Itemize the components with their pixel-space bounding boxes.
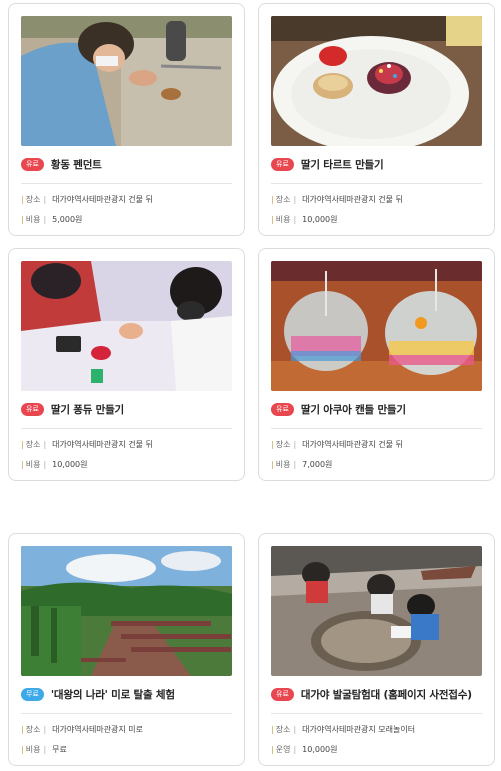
paid-badge: 유료 — [271, 157, 294, 171]
operation-value: 10,000원 — [302, 744, 338, 754]
paid-badge: 유료 — [21, 402, 44, 416]
program-title[interactable]: 황동 펜던트 — [51, 157, 102, 172]
program-card-maze-escape[interactable]: 무료 '대왕의 나라' 미로 탈출 체험 | 장소 | 대가야역사테마관광지 미… — [8, 533, 245, 766]
cost-label: 비용 — [275, 459, 291, 469]
location-label: 장소 — [25, 724, 41, 734]
location-value: 대가야역사테마관광지 모래놀이터 — [302, 724, 416, 734]
location-value: 대가야역사테마관광지 건물 뒤 — [302, 194, 403, 204]
free-badge: 무료 — [21, 687, 44, 701]
location-row: | 장소 | 대가야역사테마관광지 건물 뒤 — [271, 439, 403, 449]
cost-row: | 비용 | 5,000원 — [21, 214, 83, 224]
paid-badge: 유료 — [271, 402, 294, 416]
cost-label: 비용 — [25, 459, 41, 469]
program-card-strawberry-fondue[interactable]: 유료 딸기 퐁듀 만들기 | 장소 | 대가야역사테마관광지 건물 뒤 | 비용… — [8, 248, 245, 481]
cost-row: | 비용 | 무료 — [21, 744, 67, 754]
location-value: 대가야역사테마관광지 건물 뒤 — [52, 439, 153, 449]
divider — [21, 183, 232, 184]
location-row: | 장소 | 대가야역사테마관광지 건물 뒤 — [21, 439, 153, 449]
location-value: 대가야역사테마관광지 건물 뒤 — [302, 439, 403, 449]
program-card-strawberry-tart[interactable]: 유료 딸기 타르트 만들기 | 장소 | 대가야역사테마관광지 건물 뒤 | 비… — [258, 3, 495, 236]
program-title[interactable]: 딸기 퐁듀 만들기 — [51, 402, 124, 417]
program-photo-strawberry-tart[interactable] — [271, 16, 482, 146]
cost-row: | 비용 | 10,000원 — [21, 459, 88, 469]
divider — [271, 428, 482, 429]
location-label: 장소 — [275, 439, 291, 449]
paid-badge: 유료 — [271, 687, 294, 701]
location-row: | 장소 | 대가야역사테마관광지 모래놀이터 — [271, 724, 416, 734]
location-value: 대가야역사테마관광지 건물 뒤 — [52, 194, 153, 204]
cost-label: 비용 — [25, 744, 41, 754]
program-photo-strawberry-fondue[interactable] — [21, 261, 232, 391]
operation-row: | 운영 | 10,000원 — [271, 744, 338, 754]
program-title[interactable]: '대왕의 나라' 미로 탈출 체험 — [51, 687, 175, 702]
program-card-excavation-team[interactable]: 유료 대가야 발굴탐험대 (홈페이지 사전접수) | 장소 | 대가야역사테마관… — [258, 533, 495, 766]
cost-value: 무료 — [52, 744, 67, 754]
location-value: 대가야역사테마관광지 미로 — [52, 724, 144, 734]
cost-row: | 비용 | 10,000원 — [271, 214, 338, 224]
operation-label: 운영 — [275, 744, 291, 754]
cost-value: 10,000원 — [52, 459, 88, 469]
cost-label: 비용 — [275, 214, 291, 224]
program-title[interactable]: 딸기 타르트 만들기 — [301, 157, 384, 172]
location-label: 장소 — [25, 439, 41, 449]
program-title[interactable]: 딸기 아쿠아 캔들 만들기 — [301, 402, 406, 417]
cost-value: 5,000원 — [52, 214, 83, 224]
program-photo-aqua-candle[interactable] — [271, 261, 482, 391]
location-row: | 장소 | 대가야역사테마관광지 미로 — [21, 724, 144, 734]
cost-value: 7,000원 — [302, 459, 333, 469]
location-row: | 장소 | 대가야역사테마관광지 건물 뒤 — [271, 194, 403, 204]
cost-label: 비용 — [25, 214, 41, 224]
location-label: 장소 — [275, 194, 291, 204]
program-title[interactable]: 대가야 발굴탐험대 (홈페이지 사전접수) — [301, 687, 472, 702]
divider — [271, 183, 482, 184]
location-row: | 장소 | 대가야역사테마관광지 건물 뒤 — [21, 194, 153, 204]
divider — [21, 428, 232, 429]
program-photo-brass-pendant[interactable] — [21, 16, 232, 146]
program-photo-maze-escape[interactable] — [21, 546, 232, 676]
program-card-aqua-candle[interactable]: 유료 딸기 아쿠아 캔들 만들기 | 장소 | 대가야역사테마관광지 건물 뒤 … — [258, 248, 495, 481]
cost-row: | 비용 | 7,000원 — [271, 459, 333, 469]
program-photo-excavation-team[interactable] — [271, 546, 482, 676]
divider — [21, 713, 232, 714]
location-label: 장소 — [25, 194, 41, 204]
program-card-brass-pendant[interactable]: 유료 황동 펜던트 | 장소 | 대가야역사테마관광지 건물 뒤 | 비용 | … — [8, 3, 245, 236]
location-label: 장소 — [275, 724, 291, 734]
cost-value: 10,000원 — [302, 214, 338, 224]
paid-badge: 유료 — [21, 157, 44, 171]
divider — [271, 713, 482, 714]
